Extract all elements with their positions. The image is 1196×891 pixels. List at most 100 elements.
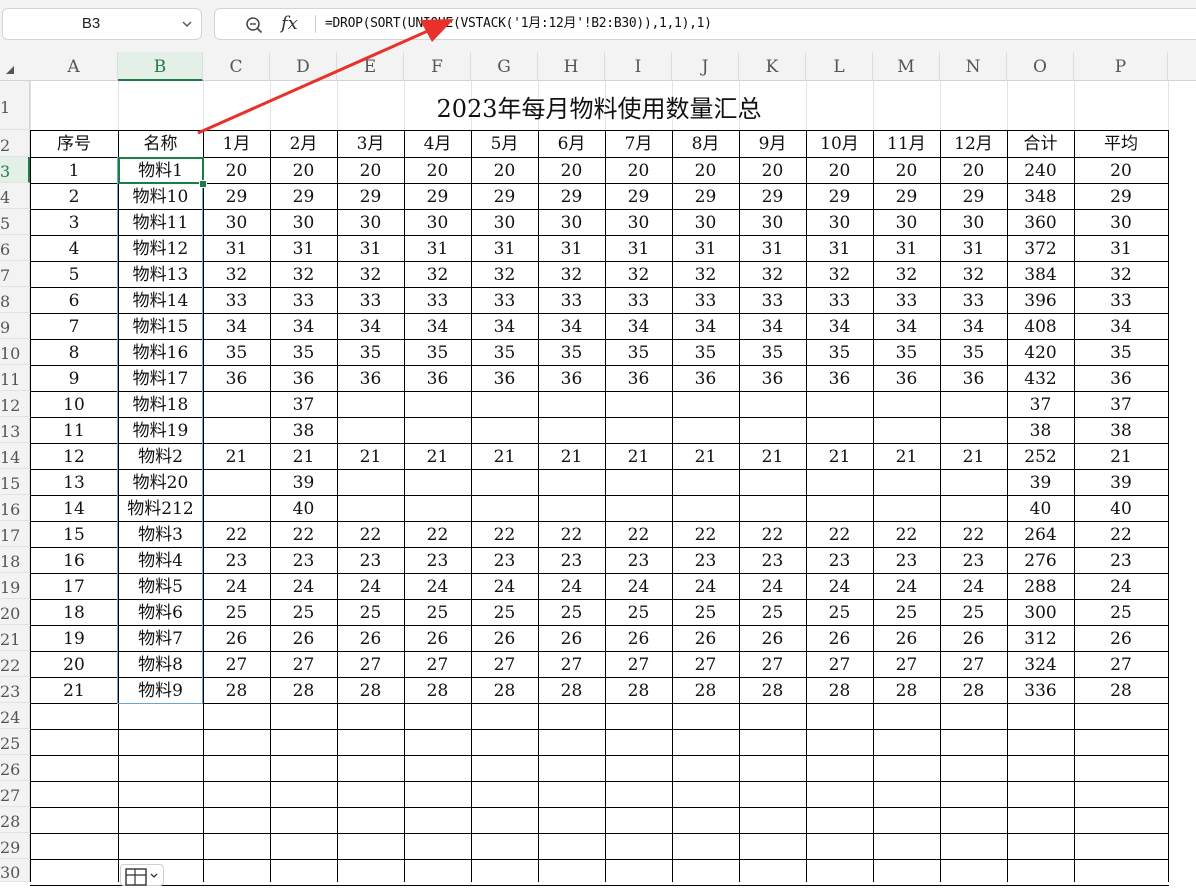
table-cell[interactable]: 34 xyxy=(337,313,404,339)
row-header-9[interactable]: 9 xyxy=(0,313,30,339)
row-header-30[interactable]: 30 xyxy=(0,859,30,882)
table-cell[interactable] xyxy=(404,417,471,443)
row-header-28[interactable]: 28 xyxy=(0,807,30,833)
column-header-k[interactable]: K xyxy=(739,52,806,81)
table-cell[interactable]: 38 xyxy=(270,417,337,443)
table-cell[interactable]: 25 xyxy=(538,599,605,625)
table-cell[interactable]: 24 xyxy=(873,573,940,599)
table-cell[interactable]: 36 xyxy=(739,365,806,391)
row-header-7[interactable]: 7 xyxy=(0,261,30,287)
table-cell[interactable]: 29 xyxy=(404,183,471,209)
table-cell[interactable]: 22 xyxy=(270,521,337,547)
table-cell[interactable]: 18 xyxy=(30,599,118,625)
table-cell[interactable]: 26 xyxy=(672,625,739,651)
table-cell[interactable]: 33 xyxy=(471,287,538,313)
table-cell[interactable]: 35 xyxy=(806,339,873,365)
table-cell[interactable]: 32 xyxy=(203,261,270,287)
table-cell[interactable]: 36 xyxy=(404,365,471,391)
table-cell[interactable]: 22 xyxy=(538,521,605,547)
table-cell[interactable]: 348 xyxy=(1007,183,1074,209)
table-cell[interactable]: 36 xyxy=(270,365,337,391)
table-cell[interactable]: 20 xyxy=(873,157,940,183)
table-cell[interactable]: 20 xyxy=(672,157,739,183)
table-cell[interactable]: 27 xyxy=(203,651,270,677)
table-cell[interactable]: 23 xyxy=(1074,547,1168,573)
table-cell[interactable] xyxy=(337,495,404,521)
table-cell[interactable]: 25 xyxy=(203,599,270,625)
table-cell[interactable]: 40 xyxy=(1074,495,1168,521)
table-cell[interactable]: 15 xyxy=(30,521,118,547)
table-cell[interactable]: 34 xyxy=(471,313,538,339)
table-cell[interactable]: 20 xyxy=(538,157,605,183)
table-cell[interactable]: 24 xyxy=(672,573,739,599)
table-cell[interactable]: 384 xyxy=(1007,261,1074,287)
table-cell[interactable]: 26 xyxy=(203,625,270,651)
table-cell[interactable]: 33 xyxy=(270,287,337,313)
table-cell[interactable]: 22 xyxy=(672,521,739,547)
table-cell[interactable]: 40 xyxy=(1007,495,1074,521)
name-box[interactable]: B3 xyxy=(2,8,202,40)
column-header-p[interactable]: P xyxy=(1074,52,1168,81)
table-cell[interactable]: 26 xyxy=(873,625,940,651)
table-cell[interactable]: 物料15 xyxy=(118,313,203,339)
table-cell[interactable]: 30 xyxy=(471,209,538,235)
table-cell[interactable]: 29 xyxy=(270,183,337,209)
table-cell[interactable]: 27 xyxy=(337,651,404,677)
row-header-6[interactable]: 6 xyxy=(0,235,30,261)
table-cell[interactable]: 28 xyxy=(672,677,739,703)
row-header-15[interactable]: 15 xyxy=(0,469,30,495)
table-cell[interactable]: 22 xyxy=(605,521,672,547)
table-cell[interactable] xyxy=(672,391,739,417)
header-cell[interactable]: 11月 xyxy=(873,130,940,157)
table-cell[interactable]: 24 xyxy=(538,573,605,599)
row-header-23[interactable]: 23 xyxy=(0,677,30,703)
table-cell[interactable] xyxy=(538,469,605,495)
table-cell[interactable]: 34 xyxy=(605,313,672,339)
table-cell[interactable]: 26 xyxy=(538,625,605,651)
table-cell[interactable]: 34 xyxy=(940,313,1007,339)
table-cell[interactable]: 27 xyxy=(873,651,940,677)
table-cell[interactable]: 32 xyxy=(404,261,471,287)
table-cell[interactable]: 23 xyxy=(873,547,940,573)
table-cell[interactable] xyxy=(672,469,739,495)
table-cell[interactable]: 32 xyxy=(1074,261,1168,287)
table-cell[interactable]: 23 xyxy=(672,547,739,573)
table-cell[interactable]: 408 xyxy=(1007,313,1074,339)
column-header-g[interactable]: G xyxy=(471,52,538,81)
zoom-out-icon[interactable] xyxy=(245,16,263,34)
table-cell[interactable]: 39 xyxy=(1007,469,1074,495)
table-cell[interactable]: 7 xyxy=(30,313,118,339)
table-cell[interactable]: 29 xyxy=(806,183,873,209)
table-cell[interactable]: 物料8 xyxy=(118,651,203,677)
table-cell[interactable]: 32 xyxy=(873,261,940,287)
table-cell[interactable] xyxy=(203,391,270,417)
table-cell[interactable]: 28 xyxy=(739,677,806,703)
table-cell[interactable]: 物料17 xyxy=(118,365,203,391)
table-cell[interactable] xyxy=(538,391,605,417)
table-cell[interactable]: 27 xyxy=(471,651,538,677)
header-cell[interactable]: 7月 xyxy=(605,130,672,157)
table-cell[interactable]: 33 xyxy=(538,287,605,313)
table-cell[interactable]: 21 xyxy=(739,443,806,469)
table-cell[interactable]: 25 xyxy=(873,599,940,625)
table-cell[interactable] xyxy=(739,417,806,443)
table-cell[interactable]: 1 xyxy=(30,157,118,183)
column-header-l[interactable]: L xyxy=(806,52,873,81)
header-cell[interactable]: 合计 xyxy=(1007,130,1074,157)
table-cell[interactable]: 2 xyxy=(30,183,118,209)
table-cell[interactable]: 26 xyxy=(605,625,672,651)
table-cell[interactable]: 23 xyxy=(940,547,1007,573)
table-cell[interactable]: 35 xyxy=(605,339,672,365)
table-cell[interactable]: 23 xyxy=(538,547,605,573)
table-cell[interactable]: 24 xyxy=(605,573,672,599)
column-header-h[interactable]: H xyxy=(538,52,605,81)
table-cell[interactable]: 252 xyxy=(1007,443,1074,469)
table-cell[interactable]: 5 xyxy=(30,261,118,287)
table-cell[interactable]: 312 xyxy=(1007,625,1074,651)
table-cell[interactable]: 物料20 xyxy=(118,469,203,495)
row-header-12[interactable]: 12 xyxy=(0,391,30,417)
table-cell[interactable]: 29 xyxy=(873,183,940,209)
table-cell[interactable]: 23 xyxy=(605,547,672,573)
table-cell[interactable]: 29 xyxy=(605,183,672,209)
function-icon[interactable]: fx xyxy=(281,11,298,37)
